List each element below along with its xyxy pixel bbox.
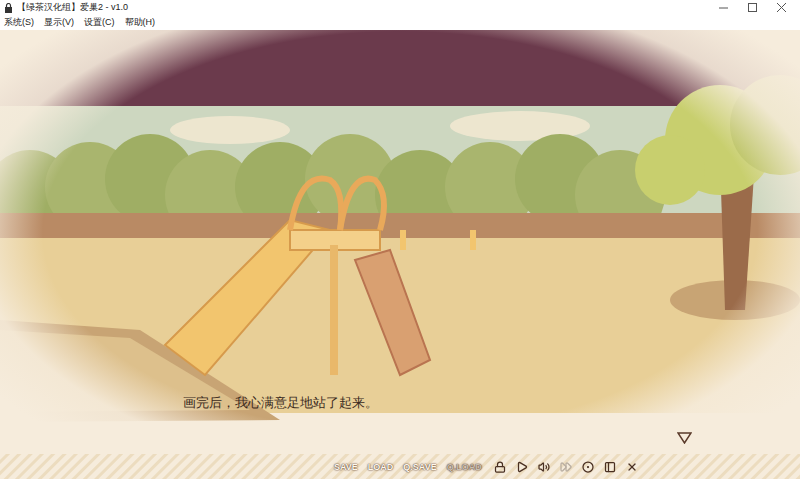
minimize-icon[interactable] xyxy=(719,3,728,12)
app-icon xyxy=(4,3,13,13)
title-bar: 【绿茶汉化组】爱巢2 - v1.0 xyxy=(0,0,800,15)
window-title: 【绿茶汉化组】爱巢2 - v1.0 xyxy=(17,3,715,12)
window-controls xyxy=(719,3,796,12)
lock-icon[interactable] xyxy=(494,461,506,473)
quick-icon-row xyxy=(494,461,638,473)
volume-icon[interactable] xyxy=(538,461,550,473)
app-window: 【绿茶汉化组】爱巢2 - v1.0 系统(S) 显示(V) 设置(C) 帮助(H) 画完后… xyxy=(0,0,800,479)
quick-menu: SAVE LOAD Q.SAVE Q.LOAD xyxy=(334,461,638,473)
menu-bar: 系统(S) 显示(V) 设置(C) 帮助(H) xyxy=(0,15,800,30)
dialogue-text: 画完后，我心满意足地站了起来。 xyxy=(183,394,378,412)
close-icon[interactable] xyxy=(777,3,786,12)
quick-menu-button[interactable]: SAVE xyxy=(334,463,358,472)
play-icon[interactable] xyxy=(516,461,528,473)
quick-menu-button[interactable]: LOAD xyxy=(368,463,394,472)
skip-icon[interactable] xyxy=(560,461,572,473)
scene-illustration xyxy=(0,30,800,479)
maximize-icon[interactable] xyxy=(748,3,757,12)
settings-icon[interactable] xyxy=(582,461,594,473)
game-screen: 画完后，我心满意足地站了起来。 SAVE LOAD Q.SAVE Q.LOAD xyxy=(0,30,800,479)
close-icon[interactable] xyxy=(626,461,638,473)
quick-menu-button[interactable]: Q.SAVE xyxy=(403,463,436,472)
menu-item[interactable]: 帮助(H) xyxy=(125,18,156,27)
menu-item[interactable]: 系统(S) xyxy=(4,18,34,27)
menu-item[interactable]: 设置(C) xyxy=(84,18,115,27)
continue-arrow-icon[interactable] xyxy=(677,432,692,444)
window-icon[interactable] xyxy=(604,461,616,473)
quick-menu-button[interactable]: Q.LOAD xyxy=(447,463,482,472)
menu-item[interactable]: 显示(V) xyxy=(44,18,74,27)
